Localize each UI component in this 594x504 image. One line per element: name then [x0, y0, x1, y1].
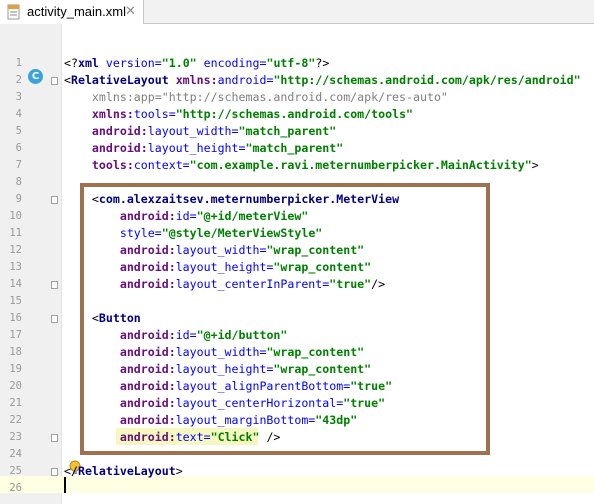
- line-number: 10: [9, 210, 22, 222]
- line-number: 20: [9, 380, 22, 392]
- fold-icon[interactable]: [51, 281, 58, 289]
- line-number: 3: [15, 91, 22, 103]
- line-number: 15: [9, 295, 22, 307]
- line-number: 18: [9, 346, 22, 358]
- code-line[interactable]: <Button: [64, 310, 141, 327]
- editor-tab-bar: activity_main.xml ✕: [0, 0, 594, 24]
- code-line[interactable]: android:layout_height="wrap_content": [64, 259, 371, 276]
- fold-icon[interactable]: [51, 77, 58, 85]
- code-line[interactable]: android:id="@+id/meterView": [64, 208, 309, 225]
- line-number: 26: [9, 482, 22, 494]
- code-line[interactable]: <?xml version="1.0" encoding="utf-8"?>: [64, 55, 329, 72]
- code-line[interactable]: android:layout_width="match_parent": [64, 123, 336, 140]
- line-number: 17: [9, 329, 22, 341]
- code-line[interactable]: <RelativeLayout xmlns:android="http://sc…: [64, 72, 581, 89]
- code-line[interactable]: android:layout_width="wrap_content": [64, 242, 364, 259]
- code-line[interactable]: tools:context="com.example.ravi.meternum…: [64, 157, 539, 174]
- code-line[interactable]: style="@style/MeterViewStyle": [64, 225, 322, 242]
- xml-file-icon: [7, 4, 20, 20]
- line-number: 11: [9, 227, 22, 239]
- fold-icon[interactable]: [51, 196, 58, 204]
- code-line[interactable]: xmlns:app="http://schemas.android.com/ap…: [64, 89, 448, 106]
- code-line[interactable]: android:text="Click" />: [64, 429, 281, 446]
- code-line[interactable]: xmlns:tools="http://schemas.android.com/…: [64, 106, 413, 123]
- line-number: 23: [9, 431, 22, 443]
- line-number: 19: [9, 363, 22, 375]
- code-line[interactable]: android:layout_alignParentBottom="true": [64, 378, 392, 395]
- line-number: 24: [9, 448, 22, 460]
- line-number: 25: [9, 465, 22, 477]
- line-number: 4: [15, 108, 22, 120]
- fold-icon[interactable]: [51, 434, 58, 442]
- line-number: 22: [9, 414, 22, 426]
- fold-icon[interactable]: [51, 315, 58, 323]
- line-number: 14: [9, 278, 22, 290]
- code-line[interactable]: android:layout_height="match_parent": [64, 140, 343, 157]
- line-number: 2: [15, 74, 22, 86]
- line-number: 1: [15, 57, 22, 69]
- code-line[interactable]: android:layout_centerHorizontal="true": [64, 395, 385, 412]
- tab-activity-main[interactable]: activity_main.xml ✕: [0, 0, 144, 24]
- fold-icon[interactable]: [51, 468, 58, 476]
- line-number: 21: [9, 397, 22, 409]
- line-number: 6: [15, 142, 22, 154]
- line-number: 9: [15, 193, 22, 205]
- line-number: 16: [9, 312, 22, 324]
- code-line[interactable]: android:layout_height="wrap_content": [64, 361, 371, 378]
- line-number: 5: [15, 125, 22, 137]
- tab-label: activity_main.xml: [27, 4, 126, 19]
- class-marker-icon[interactable]: C: [28, 69, 43, 84]
- code-line[interactable]: <com.alexzaitsev.meternumberpicker.Meter…: [64, 191, 399, 208]
- close-icon[interactable]: ✕: [125, 3, 136, 19]
- line-number: 7: [15, 159, 22, 171]
- code-line[interactable]: android:id="@+id/button": [64, 327, 288, 344]
- code-line[interactable]: </RelativeLayout>: [64, 463, 183, 480]
- code-line[interactable]: android:layout_marginBottom="43dp": [64, 412, 357, 429]
- line-number: 8: [15, 176, 22, 188]
- code-line[interactable]: android:layout_centerInParent="true"/>: [64, 276, 385, 293]
- code-line[interactable]: android:layout_width="wrap_content": [64, 344, 364, 361]
- line-number: 13: [9, 261, 22, 273]
- line-number: 12: [9, 244, 22, 256]
